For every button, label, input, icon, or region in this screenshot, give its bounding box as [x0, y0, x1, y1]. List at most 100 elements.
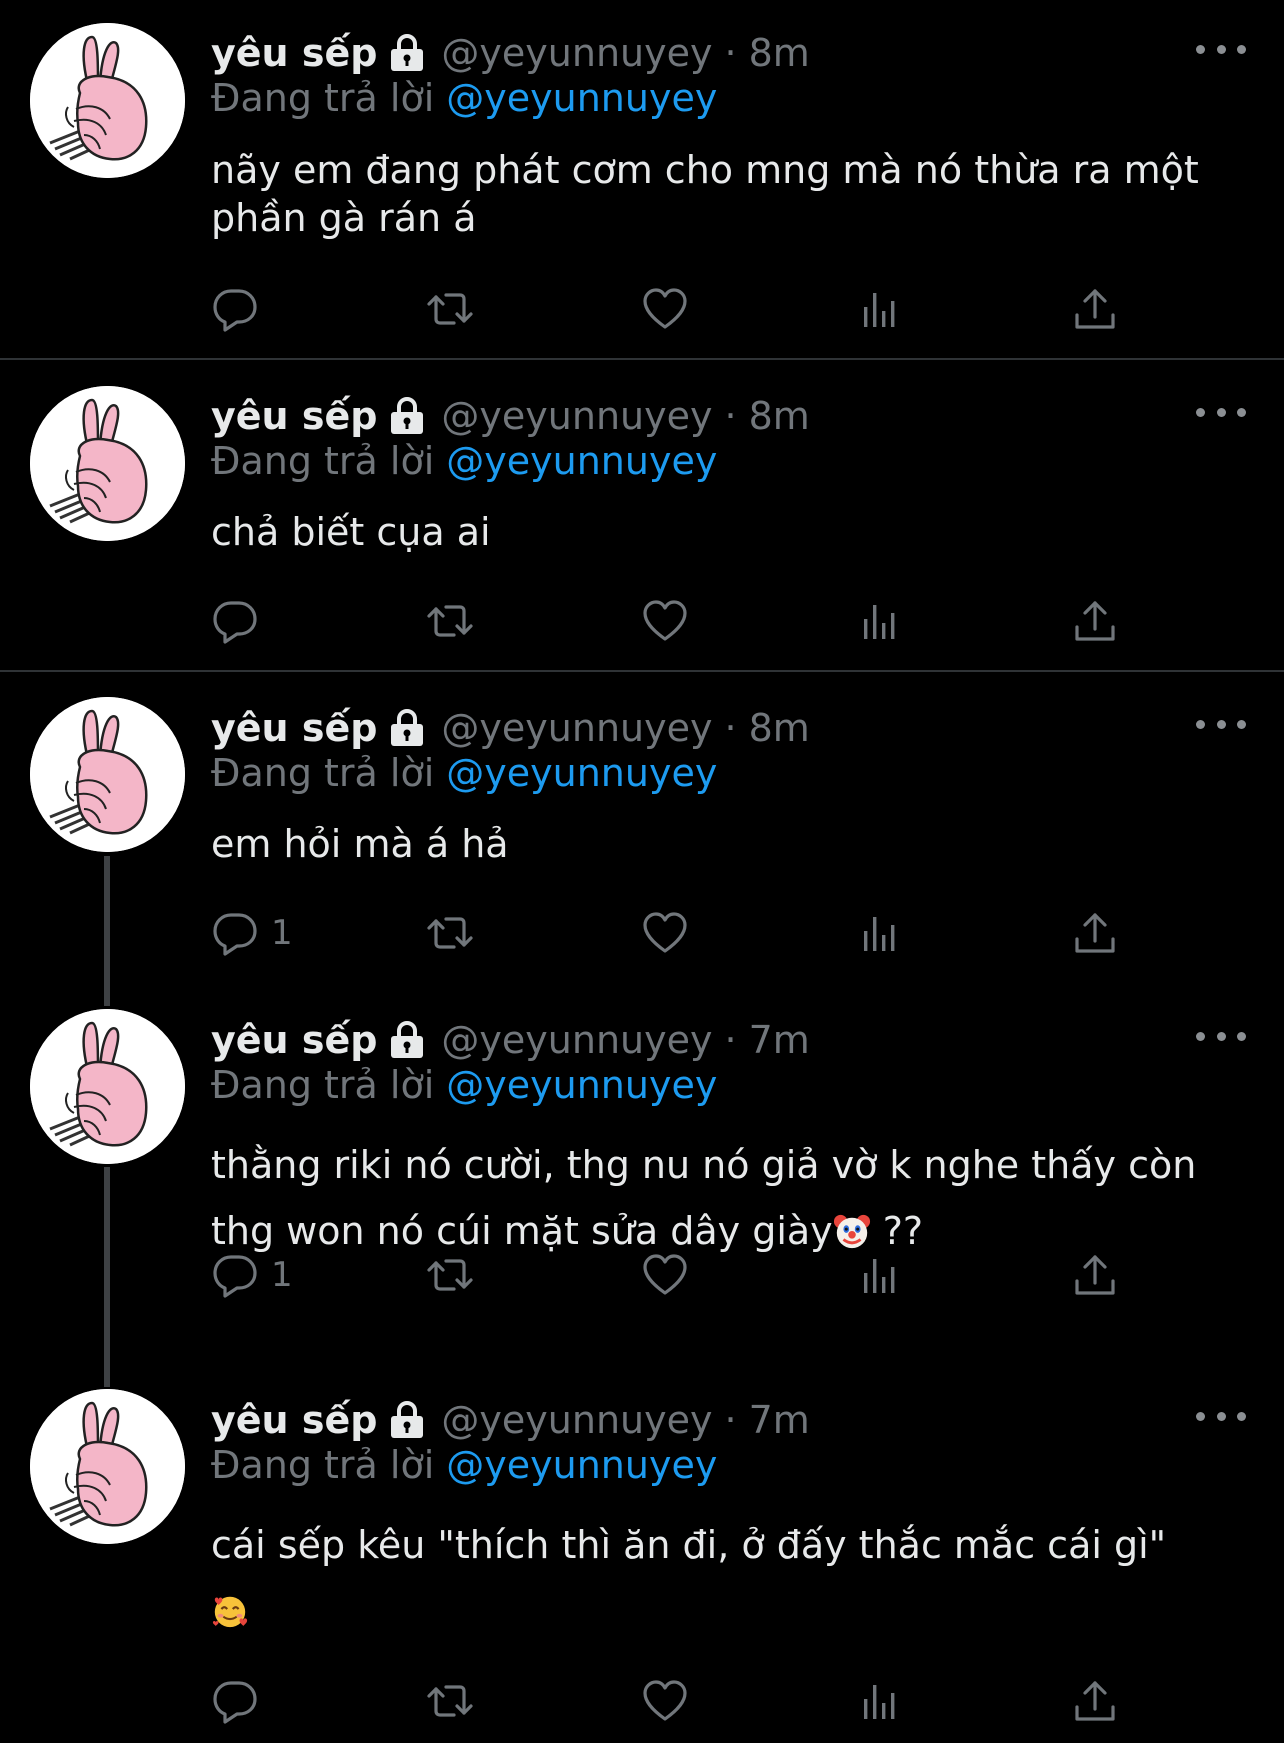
retweet-icon: [426, 285, 474, 333]
retweet-button[interactable]: [426, 908, 474, 958]
tweet-text: cái sếp kêu "thích thì ăn đi, ở đấy thắc…: [211, 1512, 1231, 1644]
retweet-icon: [426, 909, 474, 957]
avatar[interactable]: [30, 697, 185, 852]
retweet-icon: [426, 597, 474, 645]
retweet-icon: [426, 1677, 474, 1725]
mention-link[interactable]: @yeyunnuyey: [446, 1063, 717, 1107]
reply-button[interactable]: [211, 1676, 271, 1726]
views-button[interactable]: [856, 1250, 904, 1300]
display-name[interactable]: yêu sếp: [211, 31, 377, 75]
replying-label: Đang trả lời: [211, 76, 435, 120]
views-button[interactable]: [856, 1676, 904, 1726]
reply-button[interactable]: [211, 284, 271, 334]
lock-icon: [387, 396, 427, 436]
separator: ·: [724, 31, 737, 75]
tweet-header: yêu sếp @yeyunnuyey · 8m: [211, 390, 810, 442]
share-button[interactable]: [1071, 1676, 1119, 1726]
share-button[interactable]: [1071, 596, 1119, 646]
replying-label: Đang trả lời: [211, 439, 435, 483]
replying-to: Đang trả lời @yeyunnuyey: [211, 439, 717, 483]
more-icon[interactable]: [1196, 1026, 1246, 1046]
views-icon: [856, 1251, 904, 1299]
tweet-text-line: phần gà rán á: [211, 196, 477, 240]
views-button[interactable]: [856, 596, 904, 646]
tweet-text-line: chả biết cụa ai: [211, 510, 491, 554]
user-handle[interactable]: @yeyunnuyey: [441, 706, 712, 750]
thread-line: [104, 856, 110, 1006]
share-icon: [1071, 1251, 1119, 1299]
replying-label: Đang trả lời: [211, 751, 435, 795]
tweet-header: yêu sếp @yeyunnuyey · 8m: [211, 27, 810, 79]
like-button[interactable]: [641, 908, 689, 958]
tweet-text-line: nãy em đang phát cơm cho mng mà nó thừa …: [211, 148, 1199, 192]
views-button[interactable]: [856, 284, 904, 334]
thread-line: [104, 1167, 110, 1387]
lock-icon: [387, 33, 427, 73]
replying-label: Đang trả lời: [211, 1063, 435, 1107]
mention-link[interactable]: @yeyunnuyey: [446, 76, 717, 120]
retweet-button[interactable]: [426, 1676, 474, 1726]
avatar[interactable]: [30, 1389, 185, 1544]
views-icon: [856, 285, 904, 333]
like-button[interactable]: [641, 1250, 689, 1300]
timestamp[interactable]: 7m: [749, 1018, 810, 1062]
reply-icon: [211, 1251, 259, 1299]
timestamp[interactable]: 8m: [749, 31, 810, 75]
share-button[interactable]: [1071, 1250, 1119, 1300]
views-button[interactable]: [856, 908, 904, 958]
smiling-face-with-hearts-icon: [212, 1596, 248, 1628]
more-icon[interactable]: [1196, 714, 1246, 734]
mention-link[interactable]: @yeyunnuyey: [446, 751, 717, 795]
reply-icon: [211, 909, 259, 957]
more-icon[interactable]: [1196, 402, 1246, 422]
tweet-header: yêu sếp @yeyunnuyey · 7m: [211, 1014, 810, 1066]
reply-button[interactable]: [211, 596, 271, 646]
avatar[interactable]: [30, 386, 185, 541]
reply-count: 1: [271, 913, 293, 953]
timestamp[interactable]: 8m: [749, 394, 810, 438]
user-handle[interactable]: @yeyunnuyey: [441, 1398, 712, 1442]
share-button[interactable]: [1071, 284, 1119, 334]
tweet-text-line: ??: [870, 1209, 924, 1253]
action-bar: [211, 284, 1151, 334]
divider: [0, 358, 1284, 360]
share-icon: [1071, 597, 1119, 645]
like-button[interactable]: [641, 1676, 689, 1726]
share-icon: [1071, 285, 1119, 333]
reply-button[interactable]: 1: [211, 908, 293, 958]
retweet-button[interactable]: [426, 596, 474, 646]
more-icon[interactable]: [1196, 39, 1246, 59]
mention-link[interactable]: @yeyunnuyey: [446, 1443, 717, 1487]
display-name[interactable]: yêu sếp: [211, 1398, 377, 1442]
tweet-header: yêu sếp @yeyunnuyey · 7m: [211, 1394, 810, 1446]
heart-icon: [641, 1251, 689, 1299]
avatar[interactable]: [30, 1009, 185, 1164]
replying-to: Đang trả lời @yeyunnuyey: [211, 76, 717, 120]
display-name[interactable]: yêu sếp: [211, 1018, 377, 1062]
reply-icon: [211, 1677, 259, 1725]
timestamp[interactable]: 8m: [749, 706, 810, 750]
share-icon: [1071, 1677, 1119, 1725]
timestamp[interactable]: 7m: [749, 1398, 810, 1442]
retweet-icon: [426, 1251, 474, 1299]
like-button[interactable]: [641, 596, 689, 646]
replying-to: Đang trả lời @yeyunnuyey: [211, 751, 717, 795]
user-handle[interactable]: @yeyunnuyey: [441, 1018, 712, 1062]
display-name[interactable]: yêu sếp: [211, 706, 377, 750]
lock-icon: [387, 708, 427, 748]
like-button[interactable]: [641, 284, 689, 334]
avatar[interactable]: [30, 23, 185, 178]
reply-button[interactable]: 1: [211, 1250, 293, 1300]
more-icon[interactable]: [1196, 1406, 1246, 1426]
mention-link[interactable]: @yeyunnuyey: [446, 439, 717, 483]
retweet-button[interactable]: [426, 284, 474, 334]
user-handle[interactable]: @yeyunnuyey: [441, 394, 712, 438]
heart-icon: [641, 285, 689, 333]
user-handle[interactable]: @yeyunnuyey: [441, 31, 712, 75]
retweet-button[interactable]: [426, 1250, 474, 1300]
share-button[interactable]: [1071, 908, 1119, 958]
heart-icon: [641, 909, 689, 957]
separator: ·: [724, 1398, 737, 1442]
tweet-text: thằng riki nó cười, thg nu nó giả vờ k n…: [211, 1132, 1231, 1264]
display-name[interactable]: yêu sếp: [211, 394, 377, 438]
